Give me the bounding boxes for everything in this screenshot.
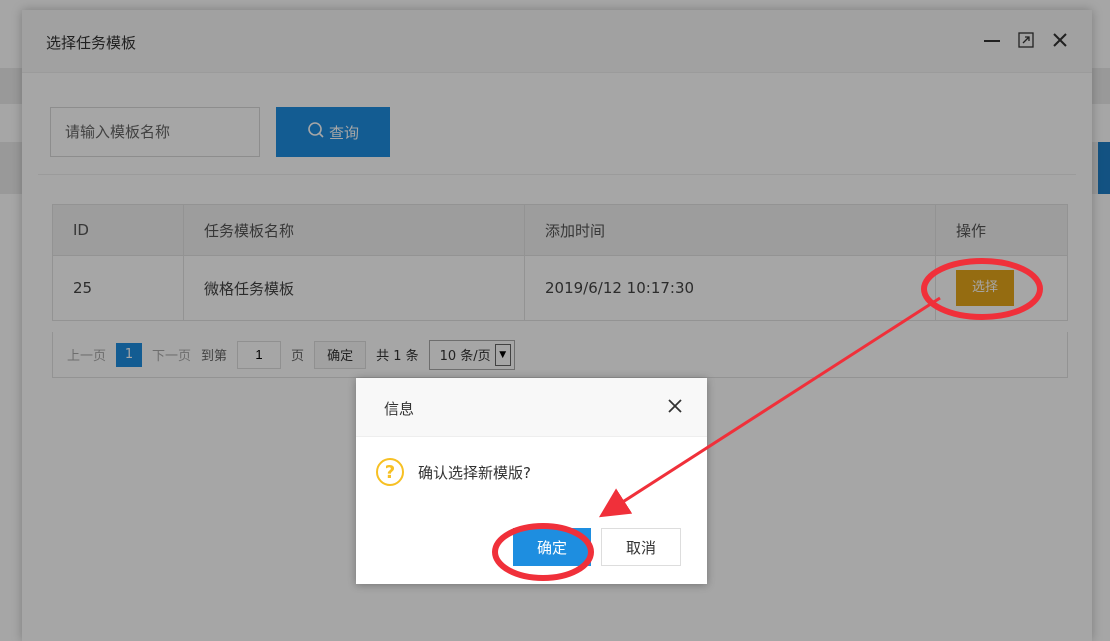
minimize-icon[interactable] (982, 30, 1002, 50)
dialog-message: 确认选择新模版? (418, 463, 531, 482)
search-icon (307, 121, 325, 143)
question-icon: ? (376, 458, 404, 486)
cell-name: 微格任务模板 (183, 255, 525, 321)
page-size-select[interactable]: 10 条/页 ▼ (428, 339, 515, 370)
table-header-row: ID 任务模板名称 添加时间 操作 (52, 204, 1068, 256)
modal-title: 选择任务模板 (46, 34, 137, 52)
dialog-close-icon[interactable] (665, 396, 685, 416)
select-template-button[interactable]: 选择 (956, 270, 1014, 306)
divider (38, 174, 1076, 175)
close-icon[interactable] (1050, 30, 1070, 50)
pagination: 上一页 1 下一页 到第 页 确定 共 1 条 10 条/页 ▼ (52, 332, 1068, 378)
goto-page-input[interactable] (237, 340, 282, 369)
confirm-button[interactable]: 确定 (513, 528, 591, 566)
table-row: 25 微格任务模板 2019/6/12 10:17:30 选择 (52, 255, 1068, 321)
page-unit-label: 页 (291, 349, 305, 364)
next-page-button[interactable]: 下一页 (152, 345, 191, 364)
maximize-icon[interactable] (1016, 30, 1036, 50)
modal-header: 选择任务模板 (22, 10, 1092, 73)
column-header-name: 任务模板名称 (183, 204, 525, 256)
confirm-dialog: 信息 ? 确认选择新模版? 确定 取消 (356, 378, 707, 584)
template-table: ID 任务模板名称 添加时间 操作 25 微格任务模板 2019/6/12 10… (52, 204, 1068, 321)
cell-action: 选择 (935, 255, 1068, 321)
background-button (1098, 142, 1110, 194)
search-row: 查询 (50, 107, 390, 157)
current-page[interactable]: 1 (116, 342, 143, 367)
dialog-buttons: 确定 取消 (513, 528, 681, 566)
cancel-button[interactable]: 取消 (601, 528, 681, 566)
goto-label: 到第 (201, 349, 228, 364)
dialog-title: 信息 (384, 400, 415, 418)
dialog-body: ? 确认选择新模版? (376, 458, 531, 486)
goto-confirm-button[interactable]: 确定 (314, 340, 367, 369)
modal-window-controls (982, 30, 1070, 50)
dialog-header: 信息 (356, 378, 707, 437)
search-button[interactable]: 查询 (276, 107, 390, 157)
prev-page-button[interactable]: 上一页 (67, 345, 106, 364)
dropdown-arrow-icon: ▼ (494, 343, 511, 366)
column-header-action: 操作 (935, 204, 1068, 256)
column-header-id: ID (52, 204, 184, 256)
page-size-value: 10 条/页 (439, 349, 491, 364)
total-count: 共 1 条 (376, 349, 419, 364)
search-button-label: 查询 (328, 123, 359, 142)
cell-time: 2019/6/12 10:17:30 (524, 255, 936, 321)
template-name-input[interactable] (50, 107, 260, 157)
column-header-time: 添加时间 (524, 204, 936, 256)
cell-id: 25 (52, 255, 184, 321)
